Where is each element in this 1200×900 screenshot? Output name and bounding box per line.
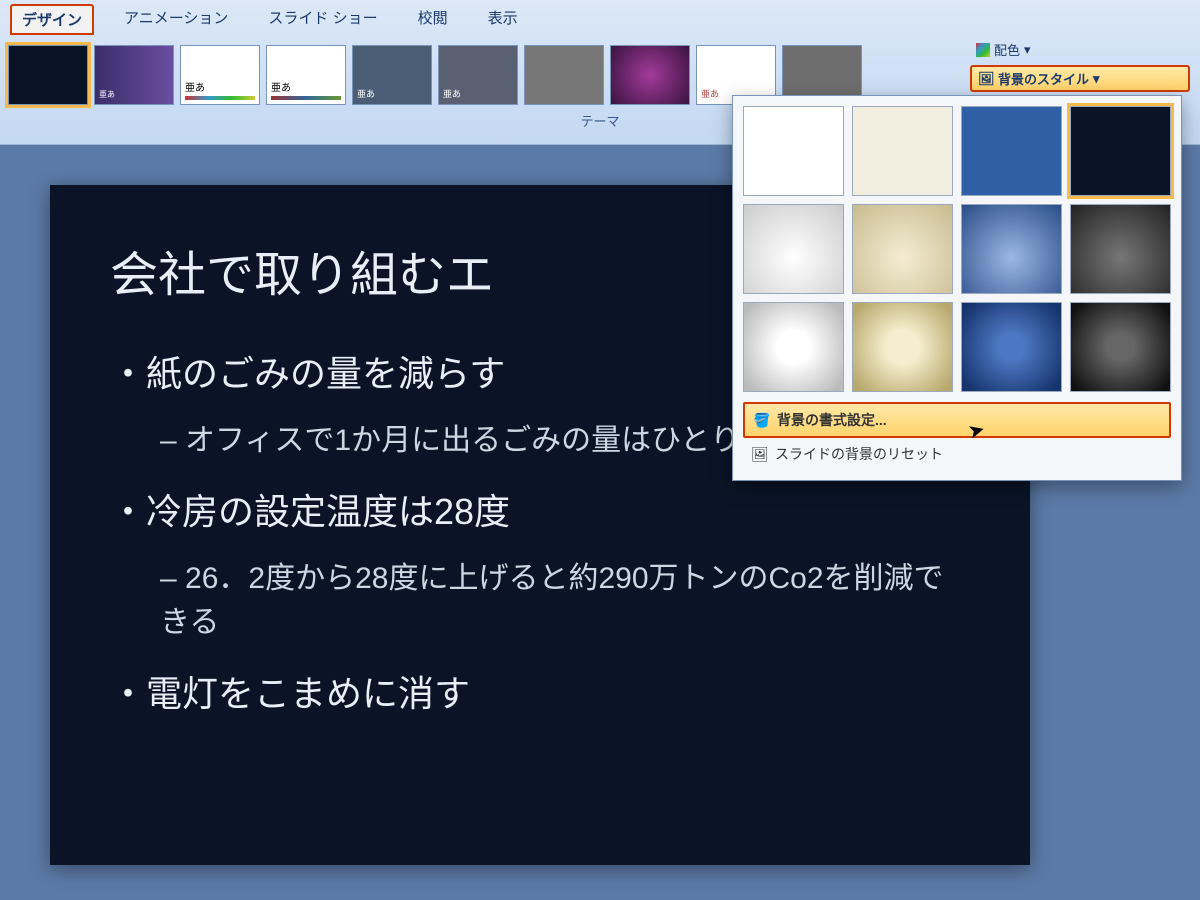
reset-background-item[interactable]: 🖼 スライドの背景のリセット <box>743 438 1171 470</box>
theme-thumb-8[interactable] <box>610 45 690 105</box>
bg-swatch-9[interactable] <box>743 302 844 392</box>
background-styles-button[interactable]: 🖼 背景のスタイル ▾ <box>970 65 1190 92</box>
bg-swatch-10[interactable] <box>852 302 953 392</box>
theme-thumb-3[interactable]: 亜あ <box>180 45 260 105</box>
background-styles-popup: 🪣 背景の書式設定... 🖼 スライドの背景のリセット <box>732 95 1182 481</box>
bg-styles-label: 背景のスタイル <box>998 69 1089 88</box>
bg-swatch-5[interactable] <box>743 204 844 294</box>
ribbon-tabs: デザイン アニメーション スライド ショー 校閲 表示 <box>0 0 1200 39</box>
format-bg-icon: 🪣 <box>753 412 769 428</box>
tab-view[interactable]: 表示 <box>478 4 528 35</box>
bg-swatch-4[interactable] <box>1070 106 1171 196</box>
ribbon-right-controls: 配色 ▾ 🖼 背景のスタイル ▾ <box>970 38 1190 92</box>
format-background-item[interactable]: 🪣 背景の書式設定... <box>743 402 1171 438</box>
background-swatch-grid <box>743 106 1171 392</box>
bullet-2-sub[interactable]: 26．2度から28度に上げると約290万トンのCo2を削減できる <box>160 553 970 641</box>
tab-slideshow[interactable]: スライド ショー <box>258 4 387 35</box>
chevron-down-icon: ▾ <box>1024 42 1031 58</box>
bg-swatch-7[interactable] <box>961 204 1062 294</box>
reset-bg-icon: 🖼 <box>751 446 767 462</box>
theme-thumb-2[interactable]: 亜あ <box>94 45 174 105</box>
theme-thumb-4[interactable]: 亜あ <box>266 45 346 105</box>
bg-swatch-12[interactable] <box>1070 302 1171 392</box>
tab-animation[interactable]: アニメーション <box>114 4 238 35</box>
bg-swatch-3[interactable] <box>961 106 1062 196</box>
tab-design[interactable]: デザイン <box>10 4 94 35</box>
theme-thumb-7[interactable] <box>524 45 604 105</box>
bullet-3[interactable]: 電灯をこまめに消す <box>110 665 970 717</box>
bg-swatch-8[interactable] <box>1070 204 1171 294</box>
bg-swatch-6[interactable] <box>852 204 953 294</box>
background-icon: 🖼 <box>978 71 994 87</box>
bg-swatch-1[interactable] <box>743 106 844 196</box>
format-bg-label: 背景の書式設定... <box>777 410 887 430</box>
tab-review[interactable]: 校閲 <box>408 4 458 35</box>
colors-button[interactable]: 配色 ▾ <box>970 38 1190 61</box>
theme-thumb-1[interactable] <box>8 45 88 105</box>
bg-swatch-11[interactable] <box>961 302 1062 392</box>
reset-bg-label: スライドの背景のリセット <box>775 444 943 464</box>
bullet-2[interactable]: 冷房の設定温度は28度 <box>110 483 970 535</box>
theme-thumb-6[interactable]: 亜あ <box>438 45 518 105</box>
chevron-down-icon: ▾ <box>1093 71 1100 87</box>
colors-label: 配色 <box>994 40 1020 59</box>
colors-icon <box>976 43 990 57</box>
theme-thumb-5[interactable]: 亜あ <box>352 45 432 105</box>
bg-swatch-2[interactable] <box>852 106 953 196</box>
